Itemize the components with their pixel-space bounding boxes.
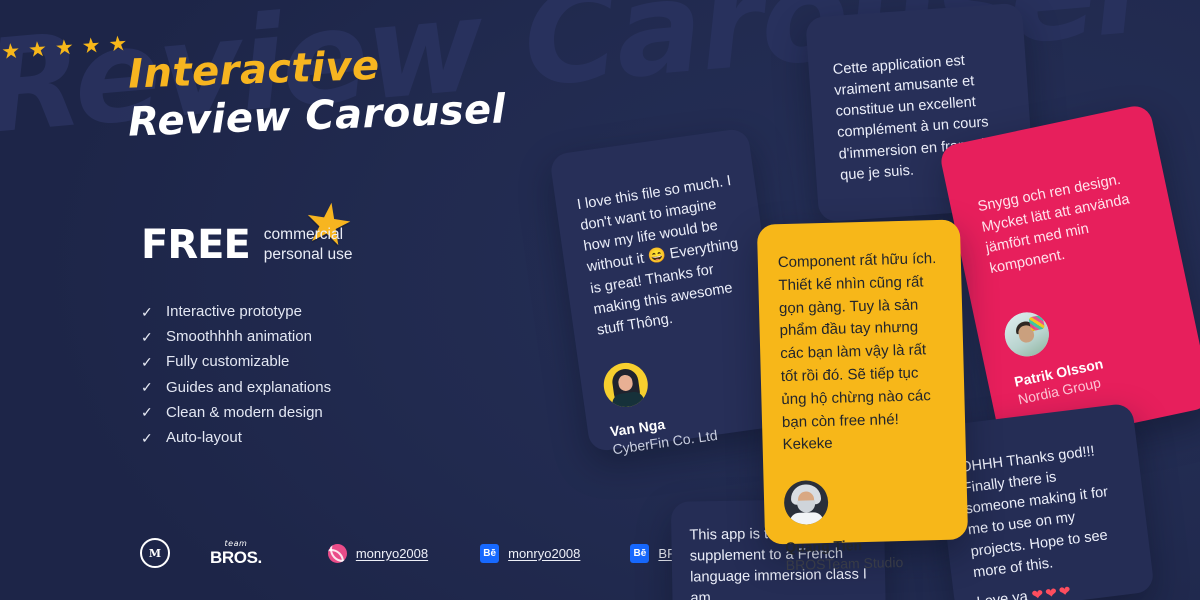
review-text: Component rất hữu ích. Thiết kế nhìn cũn… — [777, 250, 937, 454]
dribbble-icon — [327, 543, 347, 563]
avatar — [600, 360, 651, 410]
check-icon: ✓ — [141, 379, 153, 396]
review-card-swedish[interactable]: Snygg och ren design. Mycket lätt att an… — [938, 103, 1200, 451]
poster-canvas: Review Carousel Interactive Review Carou… — [0, 0, 1200, 600]
check-icon: ✓ — [141, 429, 153, 446]
check-icon: ✓ — [141, 404, 153, 421]
star-icon: ★ — [27, 37, 48, 62]
monogram-logo-icon: M — [140, 538, 170, 568]
review-text: OHHH Thanks god!!! Finally there is some… — [959, 443, 1110, 581]
license-commercial: commercial — [263, 226, 344, 243]
reviewer-role: BROSTeam Studio — [785, 554, 904, 574]
list-item: ✓ Interactive prototype — [141, 299, 331, 324]
bros-team-word: team — [224, 539, 248, 548]
star-icon: ★ — [107, 32, 129, 57]
behance-icon: Bē — [480, 543, 500, 563]
behance-icon: Bē — [630, 543, 650, 563]
left-info-panel: Interactive Review Carousel ★ FREE comme… — [0, 0, 727, 600]
check-icon: ✓ — [141, 303, 153, 320]
feature-label: Interactive prototype — [166, 303, 302, 321]
star-icon: ★ — [80, 33, 102, 59]
reviewer-name: Quang Tien — [785, 537, 863, 556]
social-link-dribbble[interactable]: monryo2008 — [327, 543, 428, 563]
behance-handle-personal[interactable]: monryo2008 — [508, 546, 580, 561]
list-item: ✓ Guides and explanations — [141, 375, 331, 400]
heart-icon: ❤❤❤ — [1030, 582, 1074, 600]
license-personal: personal use — [263, 246, 353, 264]
feature-label: Clean & modern design — [166, 403, 323, 421]
feature-list: ✓ Interactive prototype ✓ Smoothhhh anim… — [141, 299, 331, 450]
check-icon: ✓ — [141, 328, 153, 345]
title-line-review-carousel: Review Carousel — [127, 86, 507, 146]
divider — [141, 283, 323, 284]
feature-label: Fully customizable — [166, 353, 290, 371]
reviewer-block: Van Nga CyberFin Co. Ltd — [600, 345, 768, 457]
list-item: ✓ Smoothhhh animation — [141, 324, 331, 349]
bros-word: BROS. — [210, 548, 262, 567]
feature-label: Guides and explanations — [166, 378, 332, 396]
list-item: ✓ Fully customizable — [141, 349, 331, 374]
feature-label: Smoothhhh animation — [166, 328, 312, 346]
dribbble-handle[interactable]: monryo2008 — [356, 546, 428, 561]
social-link-behance-personal[interactable]: Bē monryo2008 — [480, 543, 580, 563]
free-label: FREE — [141, 222, 251, 269]
bros-logo: team BROS. — [210, 539, 262, 567]
review-text: Snygg och ren design. Mycket lätt att an… — [976, 171, 1131, 278]
reviewer-block: Quang Tien BROSTeam Studio — [783, 477, 949, 574]
signoff-label: Love ya — [975, 588, 1029, 600]
avatar — [783, 480, 829, 526]
reviewer-block: Patrik Olsson Nordia Group — [1000, 283, 1180, 407]
star-icon: ★ — [0, 39, 22, 64]
feature-label: Auto-layout — [166, 429, 242, 447]
page-title: Interactive Review Carousel — [127, 43, 506, 146]
license-badge: FREE commercial personal use — [141, 225, 353, 265]
review-text: I love this file so much. I don't want t… — [575, 173, 740, 339]
list-item: ✓ Auto-layout — [141, 425, 331, 450]
check-icon: ✓ — [141, 353, 153, 370]
review-card-vietnamese[interactable]: Component rất hữu ích. Thiết kế nhìn cũn… — [756, 219, 969, 573]
review-card-van-nga[interactable]: I love this file so much. I don't want t… — [549, 127, 789, 457]
footer-brand-bar: M team BROS. monryo2008 Bē monryo2008 Bē… — [140, 538, 727, 568]
avatar — [1000, 307, 1053, 361]
list-item: ✓ Clean & modern design — [141, 400, 331, 425]
license-sub: commercial personal use — [264, 225, 353, 265]
star-icon: ★ — [54, 35, 75, 61]
